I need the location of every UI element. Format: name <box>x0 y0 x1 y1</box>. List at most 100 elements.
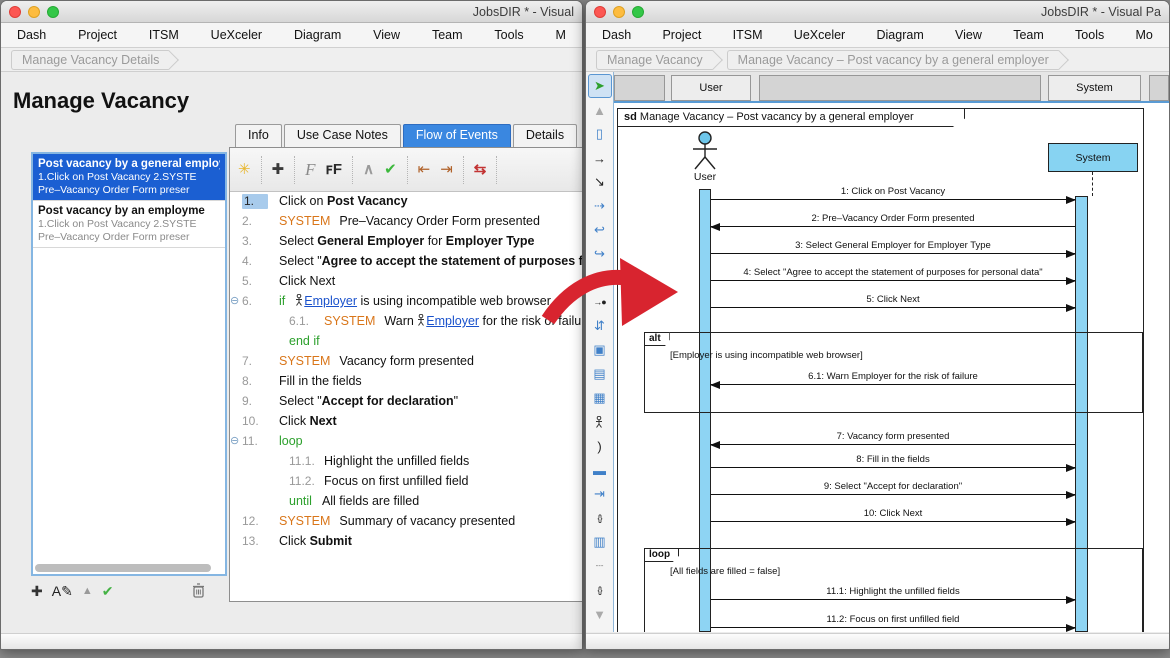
flow-step-row[interactable]: ⊖11.loop <box>230 432 583 452</box>
create-message-icon[interactable]: ⇢ <box>588 194 612 218</box>
menu-mo[interactable]: Mo <box>1136 28 1153 42</box>
interaction-use-icon[interactable]: ▤ <box>588 362 612 386</box>
tab-use-case-notes[interactable]: Use Case Notes <box>284 124 401 147</box>
activation-icon[interactable]: ▬ <box>588 458 612 482</box>
flow-step-row[interactable]: ⊖6.ifEmployer is using incompatible web … <box>230 292 583 312</box>
lane-header-user[interactable]: User <box>671 75 751 101</box>
constraint-icon[interactable]: {} <box>588 578 612 602</box>
flow-step-row[interactable]: 11.1.Highlight the unfilled fields <box>230 452 583 472</box>
sequence-diagram-canvas[interactable]: sd Manage Vacancy – Post vacancy by a ge… <box>614 103 1170 632</box>
message-icon[interactable]: → <box>588 146 612 170</box>
move-up-icon[interactable]: ▲ <box>82 586 93 597</box>
menu-tools[interactable]: Tools <box>494 28 523 42</box>
minimize-button[interactable] <box>28 6 40 18</box>
flow-step-row[interactable]: 11.2.Focus on first unfilled field <box>230 472 583 492</box>
flow-step-row[interactable]: 7.SYSTEMVacancy form presented <box>230 352 583 372</box>
flow-step-row[interactable]: 13.Click Submit <box>230 532 583 552</box>
sequence-message[interactable]: 11.2: Focus on first unfilled field <box>711 612 1075 628</box>
apply-icon[interactable]: ✔ <box>102 584 114 598</box>
sequence-message[interactable]: 5: Click Next <box>711 292 1075 308</box>
delete-icon[interactable] <box>192 583 205 600</box>
menu-tools[interactable]: Tools <box>1075 28 1104 42</box>
duration-constraint-icon[interactable]: {} <box>588 506 612 530</box>
menu-dash[interactable]: Dash <box>17 28 46 42</box>
sequence-message[interactable]: 7: Vacancy form presented <box>711 429 1075 445</box>
menu-itsm[interactable]: ITSM <box>733 28 763 42</box>
flow-step-row[interactable]: 6.1.SYSTEMWarn Employer for the risk of … <box>230 312 583 332</box>
scroll-up-icon[interactable]: ▲ <box>588 98 612 122</box>
flow-step-row[interactable]: 1.Click on Post Vacancy <box>230 192 583 212</box>
flow-step-row[interactable]: end if <box>230 332 583 352</box>
menu-view[interactable]: View <box>373 28 400 42</box>
zoom-button[interactable] <box>632 6 644 18</box>
flow-step-row[interactable]: 4.Select "Agree to accept the statement … <box>230 252 583 272</box>
menu-view[interactable]: View <box>955 28 982 42</box>
lane-header-system[interactable]: System <box>1048 75 1141 101</box>
breadcrumb-manage-vacancy-details[interactable]: Manage Vacancy Details <box>11 50 169 70</box>
horizontal-scrollbar[interactable] <box>35 564 211 572</box>
right-titlebar[interactable]: JobsDIR * - Visual Pa <box>586 1 1169 23</box>
cursor-tool-icon[interactable]: ➤ <box>588 74 612 98</box>
close-button[interactable] <box>9 6 21 18</box>
collapse-icon[interactable]: ⊖ <box>230 294 239 307</box>
note-icon[interactable]: ▥ <box>588 530 612 554</box>
apply-icon[interactable]: ✔ <box>384 162 397 177</box>
minimize-button[interactable] <box>613 6 625 18</box>
menu-diagram[interactable]: Diagram <box>294 28 341 42</box>
flow-step-row[interactable]: 12.SYSTEMSummary of vacancy presented <box>230 512 583 532</box>
tab-flow-of-events[interactable]: Flow of Events <box>403 124 511 147</box>
flow-step-row[interactable]: 10.Click Next <box>230 412 583 432</box>
sequence-message[interactable]: 10: Click Next <box>711 506 1075 522</box>
breadcrumb-manage-vacancy[interactable]: Manage Vacancy <box>596 50 713 70</box>
flow-step-row[interactable]: 9.Select "Accept for declaration" <box>230 392 583 412</box>
sequence-message[interactable]: 3: Select General Employer for Employer … <box>711 238 1075 254</box>
user-actor-icon[interactable] <box>687 131 723 171</box>
new-step-icon[interactable]: ✳ <box>238 162 251 177</box>
close-button[interactable] <box>594 6 606 18</box>
menu-team[interactable]: Team <box>432 28 463 42</box>
scroll-down-icon[interactable]: ▼ <box>588 602 612 626</box>
use-case-item[interactable]: Post vacancy by a general employer1.Clic… <box>33 154 225 201</box>
frame-icon[interactable]: ▣ <box>588 338 612 362</box>
flow-step-row[interactable]: untilAll fields are filled <box>230 492 583 512</box>
sequence-message[interactable]: 11.1: Highlight the unfilled fields <box>711 584 1075 600</box>
flow-step-row[interactable]: 5.Click Next <box>230 272 583 292</box>
sequence-message[interactable]: 4: Select "Agree to accept the statement… <box>711 265 1075 281</box>
flow-step-row[interactable]: 8.Fill in the fields <box>230 372 583 392</box>
continuation-icon[interactable]: ) <box>588 434 612 458</box>
sequence-message[interactable]: 9: Select "Accept for declaration" <box>711 479 1075 495</box>
sequence-message[interactable]: 2: Pre–Vacancy Order Form presented <box>711 211 1075 227</box>
use-case-item[interactable]: Post vacancy by an employme1.Click on Po… <box>33 201 225 248</box>
swap-steps-icon[interactable]: ⇆ <box>474 162 487 177</box>
flow-step-row[interactable]: 3.Select General Employer for Employer T… <box>230 232 583 252</box>
indent-icon[interactable]: ⇥ <box>440 162 453 177</box>
left-titlebar[interactable]: JobsDIR * - Visual <box>1 1 582 23</box>
menu-team[interactable]: Team <box>1013 28 1044 42</box>
use-case-list[interactable]: Post vacancy by a general employer1.Clic… <box>31 152 227 576</box>
actor-link[interactable]: Employer <box>295 294 357 308</box>
menu-itsm[interactable]: ITSM <box>149 28 179 42</box>
tab-info[interactable]: Info <box>235 124 282 147</box>
actor-icon[interactable] <box>588 410 612 434</box>
combined-fragment-icon[interactable]: ▦ <box>588 386 612 410</box>
italic-format-icon[interactable]: F <box>305 161 315 178</box>
lifeline-icon[interactable]: ▯ <box>588 122 612 146</box>
menu-uexceler[interactable]: UeXceler <box>211 28 262 42</box>
menu-uexceler[interactable]: UeXceler <box>794 28 845 42</box>
menu-dash[interactable]: Dash <box>602 28 631 42</box>
sequence-message[interactable]: 1: Click on Post Vacancy <box>711 184 1075 200</box>
diagonal-message-icon[interactable]: ↘ <box>588 170 612 194</box>
collapse-icon[interactable]: ⊖ <box>230 434 239 447</box>
sequence-message[interactable]: 6.1: Warn Employer for the risk of failu… <box>711 369 1075 385</box>
edit-use-case-icon[interactable]: A✎ <box>52 584 73 598</box>
actor-link[interactable]: Employer <box>417 314 479 328</box>
gate-icon[interactable]: ⇥ <box>588 482 612 506</box>
flow-step-list[interactable]: 1.Click on Post Vacancy2.SYSTEMPre–Vacan… <box>230 192 583 552</box>
flow-step-row[interactable]: 2.SYSTEMPre–Vacancy Order Form presented <box>230 212 583 232</box>
tab-details[interactable]: Details <box>513 124 577 147</box>
separator-icon[interactable]: ┄ <box>588 554 612 578</box>
menu-project[interactable]: Project <box>78 28 117 42</box>
move-up-icon[interactable]: ∧ <box>363 162 374 177</box>
add-use-case-icon[interactable]: ✚ <box>31 584 43 598</box>
self-message-icon[interactable]: ↩ <box>588 218 612 242</box>
